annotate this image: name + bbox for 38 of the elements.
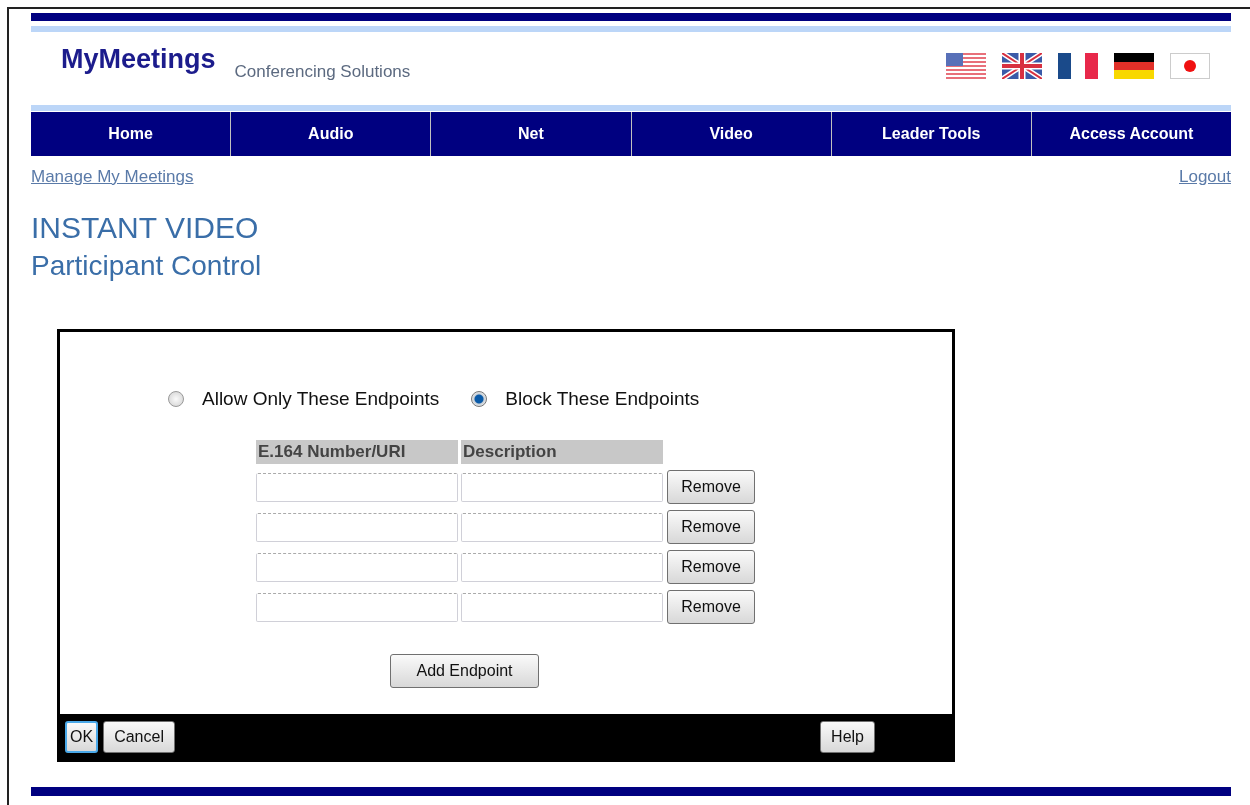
column-header: Description: [461, 440, 663, 464]
option-label[interactable]: Block These Endpoints: [505, 388, 700, 410]
remove-button[interactable]: Remove: [667, 590, 755, 624]
manage-meetings-link[interactable]: Manage My Meetings: [31, 167, 194, 189]
tagline: Conferencing Solutions: [234, 62, 411, 82]
nav-tab[interactable]: Audio: [230, 112, 431, 156]
nav-tab[interactable]: Net: [430, 112, 631, 156]
page-title: INSTANT VIDEO: [31, 210, 260, 246]
flag-cross-icon[interactable]: [1002, 53, 1042, 79]
nav-tab[interactable]: Access Account: [1030, 112, 1232, 156]
remove-button[interactable]: Remove: [667, 550, 755, 584]
nav-tab[interactable]: Home: [31, 112, 231, 156]
description-field[interactable]: [461, 512, 663, 542]
remove-button[interactable]: Remove: [667, 510, 755, 544]
number-field[interactable]: [256, 552, 458, 582]
flag-stripes-icon[interactable]: [946, 53, 986, 79]
radio-button[interactable]: [168, 391, 184, 407]
ok-button[interactable]: OK: [65, 720, 99, 753]
description-field[interactable]: [461, 472, 663, 502]
site-logo[interactable]: MyMeetings: [61, 43, 216, 75]
remove-button[interactable]: Remove: [667, 470, 755, 504]
column-header: E.164 Number/URI: [256, 440, 458, 464]
description-field[interactable]: [461, 552, 663, 582]
flag-vertical-tricolor-icon[interactable]: [1058, 53, 1098, 79]
add-endpoint-button[interactable]: Add Endpoint: [390, 654, 539, 688]
radio-button[interactable]: [471, 391, 488, 407]
number-field[interactable]: [256, 592, 458, 622]
cancel-button[interactable]: Cancel: [103, 720, 175, 753]
help-button[interactable]: Help: [820, 720, 875, 753]
page-subtitle: Participant Control: [31, 249, 263, 283]
number-field[interactable]: [256, 472, 458, 502]
option-label[interactable]: Allow Only These Endpoints: [202, 388, 440, 410]
flag-horizontal-tricolor-icon[interactable]: [1114, 53, 1154, 79]
number-field[interactable]: [256, 512, 458, 542]
nav-tab[interactable]: Leader Tools: [830, 112, 1031, 156]
description-field[interactable]: [461, 592, 663, 622]
nav-tab[interactable]: Video: [630, 112, 831, 156]
logout-link[interactable]: Logout: [1179, 167, 1231, 189]
